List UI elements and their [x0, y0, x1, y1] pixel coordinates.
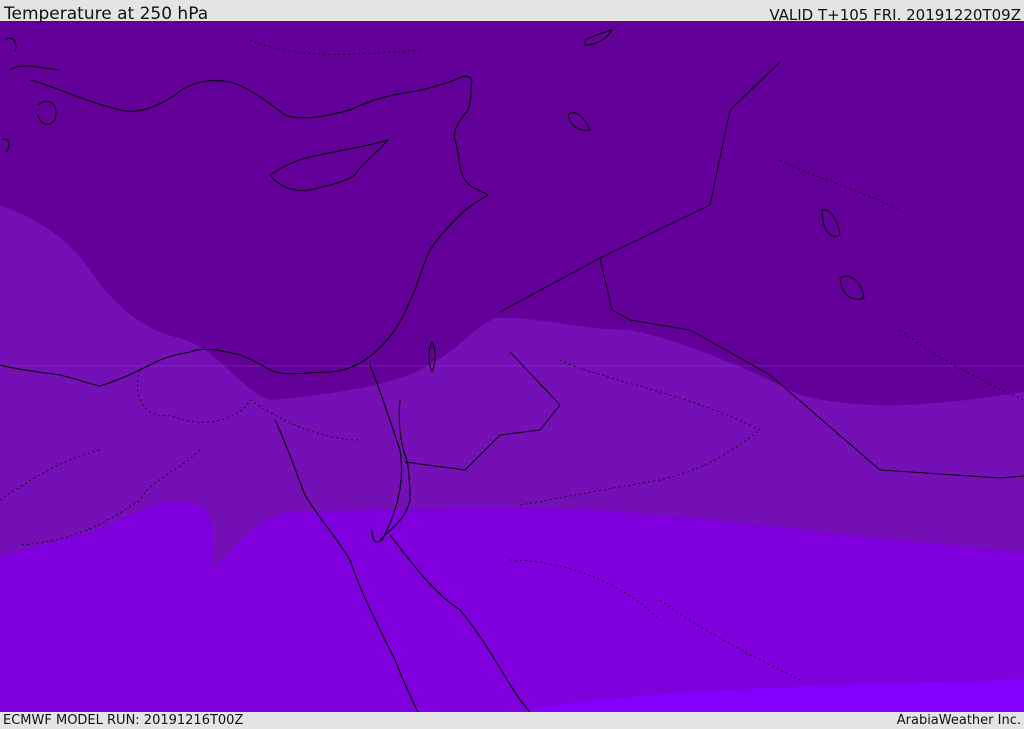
valid-time: VALID T+105 FRI. 20191220T09Z	[769, 6, 1021, 24]
temperature-map[interactable]	[0, 21, 1024, 712]
footer-bar: ECMWF MODEL RUN: 20191216T00Z ArabiaWeat…	[0, 712, 1024, 729]
map-title: Temperature at 250 hPa	[4, 4, 209, 24]
credit-label: ArabiaWeather Inc.	[896, 713, 1021, 728]
model-run-label: ECMWF MODEL RUN: 20191216T00Z	[3, 713, 244, 728]
header-bar: Temperature at 250 hPa VALID T+105 FRI. …	[0, 0, 1024, 24]
map-panel[interactable]	[0, 21, 1024, 712]
